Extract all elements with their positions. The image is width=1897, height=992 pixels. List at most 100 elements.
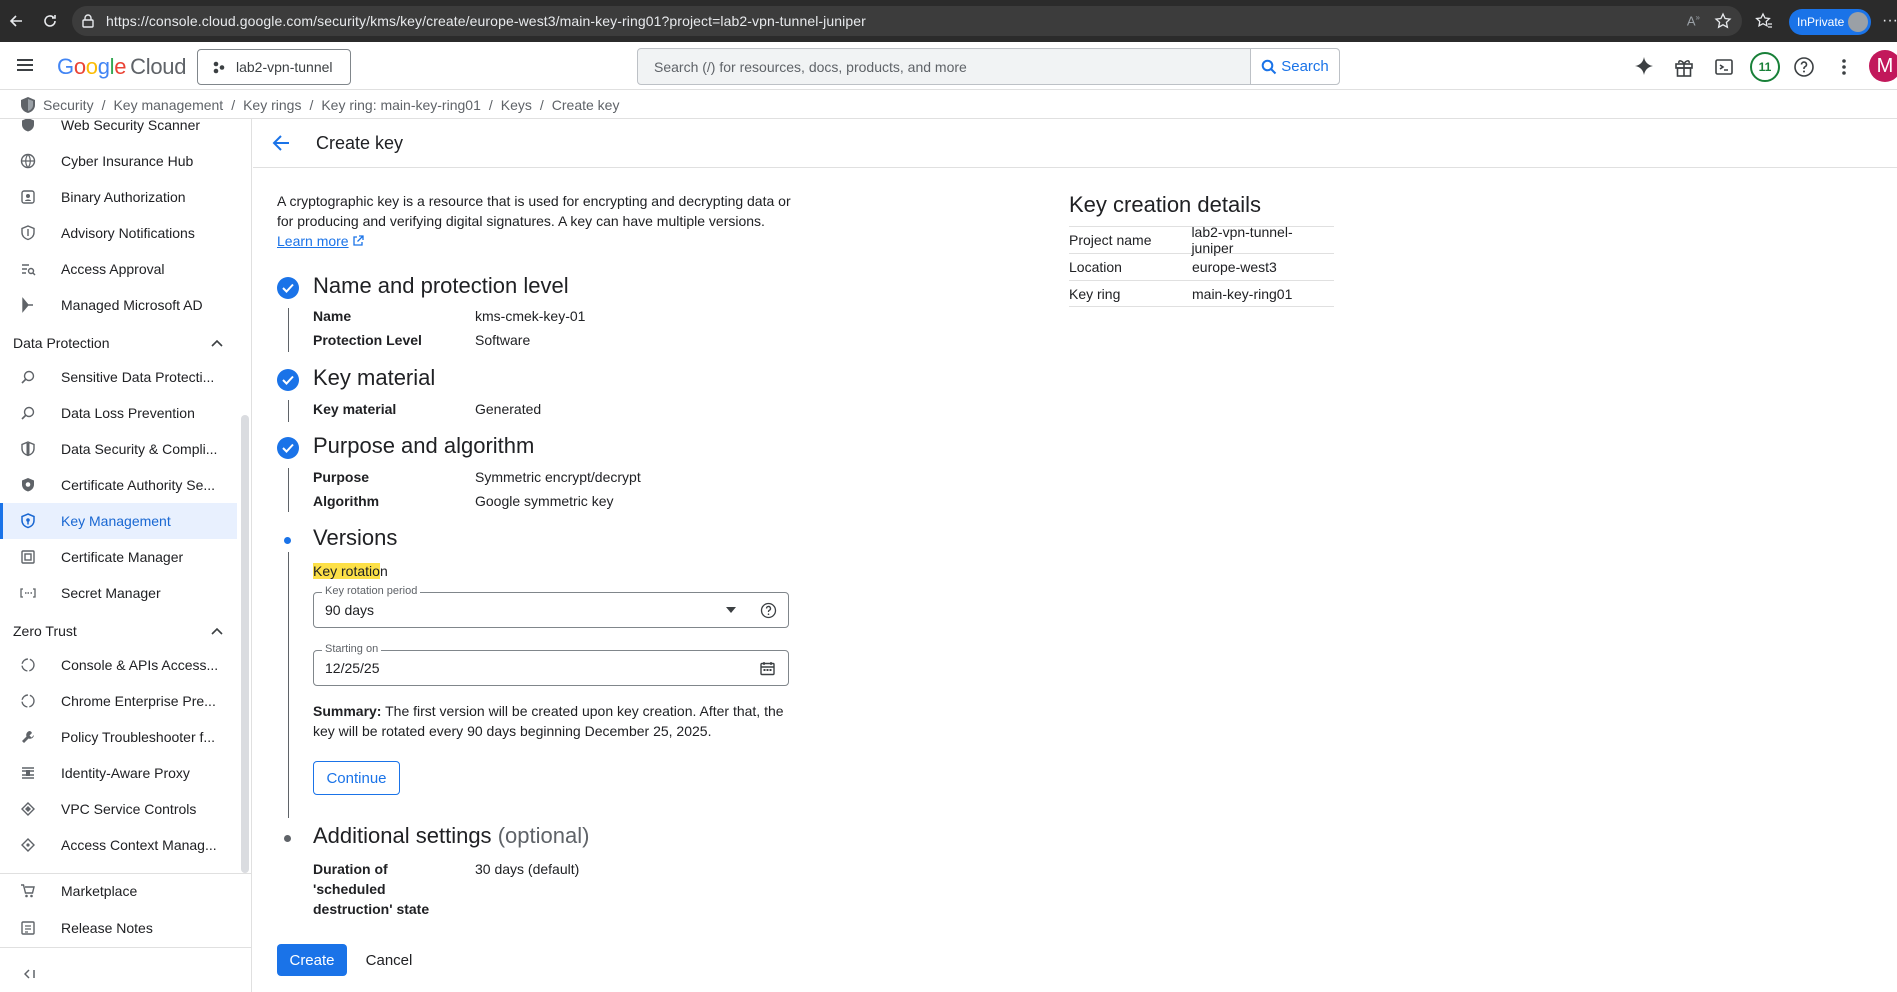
breadcrumb-keys[interactable]: Keys	[501, 97, 532, 113]
breadcrumb-key-rings[interactable]: Key rings	[243, 97, 301, 113]
sidebar-section-data-protection[interactable]: Data Protection	[13, 331, 223, 355]
sidebar-item-vpc-service-controls[interactable]: VPC Service Controls	[0, 791, 237, 827]
favorite-star-icon[interactable]	[1714, 12, 1732, 30]
sidebar-item-label: Managed Microsoft AD	[61, 297, 203, 313]
sidebar-item-key-management[interactable]: Key Management	[0, 503, 237, 539]
menu-icon[interactable]	[14, 54, 36, 76]
shield-icon	[20, 441, 36, 457]
breadcrumb-security[interactable]: Security	[43, 97, 94, 113]
sidebar-scrollbar[interactable]	[241, 415, 249, 873]
context-icon	[20, 837, 36, 853]
notes-icon	[20, 920, 36, 936]
sidebar-item-data-security-compliance[interactable]: Data Security & Compli...	[0, 431, 237, 467]
sidebar-item-console-apis-access[interactable]: Console & APIs Access...	[0, 647, 237, 683]
step-complete-check-icon	[277, 437, 299, 459]
cancel-button[interactable]: Cancel	[360, 944, 418, 976]
inprivate-badge[interactable]: InPrivate	[1789, 9, 1871, 35]
breadcrumb-key-ring[interactable]: Key ring: main-key-ring01	[321, 97, 481, 113]
starting-on-date-field[interactable]: Starting on 12/25/25	[313, 643, 789, 686]
favorites-icon[interactable]	[1755, 12, 1773, 30]
sidebar-item-advisory-notifications[interactable]: Advisory Notifications	[0, 215, 237, 251]
sidebar-item-cyber-insurance-hub[interactable]: Cyber Insurance Hub	[0, 143, 237, 179]
logo-google: Google	[57, 54, 127, 79]
refresh-icon[interactable]	[36, 7, 64, 35]
summary-label: Summary:	[313, 703, 382, 719]
collapse-sidebar-icon[interactable]	[20, 964, 40, 984]
additional-title: Additional settings	[313, 823, 492, 848]
chevron-up-icon	[211, 627, 223, 635]
breadcrumb-key-management[interactable]: Key management	[113, 97, 223, 113]
address-bar[interactable]: https://console.cloud.google.com/securit…	[72, 6, 1742, 36]
sidebar-item-certificate-authority-service[interactable]: Certificate Authority Se...	[0, 467, 237, 503]
notifications-badge[interactable]: 11	[1750, 52, 1780, 82]
stepper-line	[288, 308, 289, 352]
sidebar-item-access-context-manager[interactable]: Access Context Manag...	[0, 827, 237, 863]
details-key: Key ring	[1069, 285, 1121, 302]
sidebar-item-sensitive-data-protection[interactable]: Sensitive Data Protecti...	[0, 359, 237, 395]
sidebar-item-data-loss-prevention[interactable]: Data Loss Prevention	[0, 395, 237, 431]
learn-more-link[interactable]: Learn more	[277, 233, 349, 249]
avatar[interactable]: M	[1869, 50, 1897, 82]
access-icon	[20, 261, 36, 277]
project-name: lab2-vpn-tunnel	[236, 59, 333, 75]
browser-more-icon[interactable]: ···	[1882, 12, 1897, 30]
sidebar-item-access-approval[interactable]: Access Approval	[0, 251, 237, 287]
sidebar-item-label: Access Context Manag...	[61, 837, 217, 853]
sidebar-item-label: Release Notes	[61, 920, 153, 936]
sidebar-item-policy-troubleshooter[interactable]: Policy Troubleshooter f...	[0, 719, 237, 755]
step-title: Name and protection level	[313, 273, 569, 298]
binary-icon	[20, 189, 36, 205]
sidebar-item-label: Certificate Authority Se...	[61, 477, 216, 493]
globe-icon	[20, 153, 36, 169]
create-button[interactable]: Create	[277, 944, 347, 976]
search-bar: Search	[637, 48, 1340, 85]
profile-avatar	[1848, 12, 1868, 32]
logo-cloud-text: Cloud	[130, 54, 187, 79]
step-title: Additional settings (optional)	[313, 823, 589, 849]
sidebar-item-marketplace[interactable]: Marketplace	[0, 873, 237, 909]
sidebar: Web Security Scanner Cyber Insurance Hub…	[0, 119, 252, 992]
sidebar-item-release-notes[interactable]: Release Notes	[0, 910, 237, 946]
sidebar-item-identity-aware-proxy[interactable]: Identity-Aware Proxy	[0, 755, 237, 791]
sidebar-item-chrome-enterprise-premium[interactable]: Chrome Enterprise Pre...	[0, 683, 237, 719]
rotation-period-select[interactable]: Key rotation period 90 days	[313, 585, 789, 628]
key-material-label: Key material	[313, 401, 397, 417]
gift-icon[interactable]	[1671, 54, 1697, 80]
circle-icon	[20, 657, 36, 673]
details-row-project: Project name lab2-vpn-tunnel-juniper	[1069, 224, 1334, 256]
sidebar-item-web-security-scanner[interactable]: Web Security Scanner	[0, 119, 237, 143]
sidebar-item-binary-authorization[interactable]: Binary Authorization	[0, 179, 237, 215]
learn-more-label: Learn more	[277, 233, 349, 249]
calendar-icon[interactable]	[760, 661, 775, 676]
external-link-icon	[352, 235, 365, 247]
google-cloud-logo[interactable]: Google Cloud	[57, 54, 186, 80]
back-icon[interactable]	[2, 7, 30, 35]
page-title-row: Create key	[253, 120, 1897, 168]
destruction-duration-label: Duration of 'scheduled destruction' stat…	[313, 861, 430, 917]
read-aloud-icon[interactable]: A»	[1687, 13, 1700, 28]
back-arrow-icon[interactable]	[270, 132, 292, 154]
more-vert-icon[interactable]	[1831, 54, 1857, 80]
sidebar-item-certificate-manager[interactable]: Certificate Manager	[0, 539, 237, 575]
sidebar-section-zero-trust[interactable]: Zero Trust	[13, 619, 223, 643]
sidebar-item-label: Access Approval	[61, 261, 165, 277]
dropdown-arrow-icon[interactable]	[726, 607, 736, 613]
search-button[interactable]: Search	[1250, 49, 1339, 84]
rotation-period-label: Key rotation period	[322, 585, 421, 597]
continue-button[interactable]: Continue	[313, 761, 400, 795]
sidebar-item-managed-microsoft-ad[interactable]: Managed Microsoft AD	[0, 287, 237, 323]
sidebar-item-secret-manager[interactable]: Secret Manager	[0, 575, 237, 611]
sidebar-item-label: Secret Manager	[61, 585, 161, 601]
project-picker[interactable]: lab2-vpn-tunnel	[197, 49, 351, 85]
details-key: Location	[1069, 259, 1122, 275]
search-input[interactable]	[638, 49, 1252, 84]
cloud-shell-icon[interactable]	[1711, 54, 1737, 80]
browser-toolbar: https://console.cloud.google.com/securit…	[0, 0, 1897, 42]
help-icon[interactable]	[1791, 54, 1817, 80]
shield-key-icon	[20, 513, 36, 529]
breadcrumb: Security / Key management / Key rings / …	[0, 91, 1897, 119]
gemini-sparkle-icon[interactable]	[1631, 54, 1657, 80]
help-icon[interactable]	[760, 602, 777, 619]
step-complete-check-icon	[277, 369, 299, 391]
page-title: Create key	[316, 133, 404, 153]
